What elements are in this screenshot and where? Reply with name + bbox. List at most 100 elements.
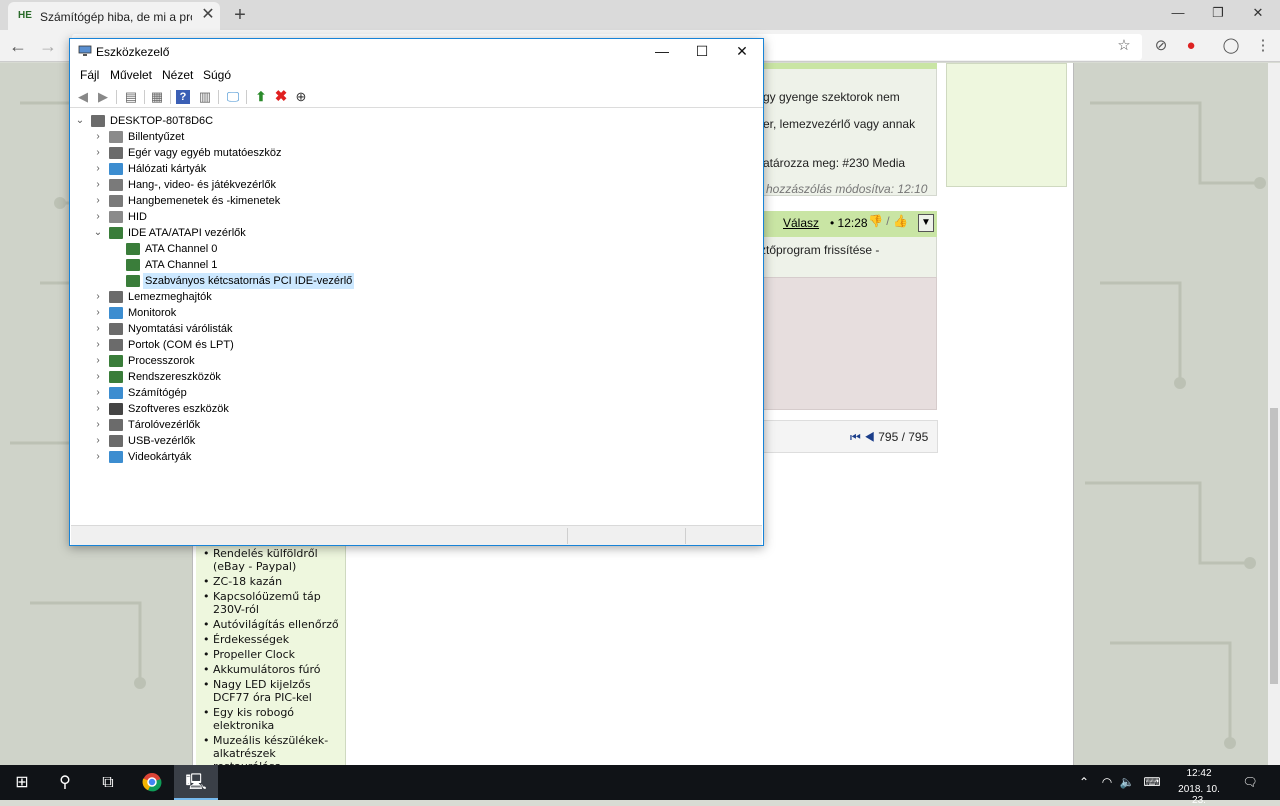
window-titlebar[interactable]: Eszközkezelő — ☐ ✕ <box>70 39 763 64</box>
help-icon[interactable]: ? <box>176 90 190 104</box>
sidebar-link[interactable]: Nagy LED kijelzős DCF77 óra PIC-kel <box>202 678 344 704</box>
keyboard-icon[interactable]: ⌨ <box>1140 765 1164 800</box>
start-windows-icon[interactable]: ⊞ <box>0 765 44 800</box>
menu-action[interactable]: Művelet <box>110 68 152 82</box>
volume-icon[interactable]: 🔈 <box>1118 765 1136 800</box>
expand-chevron-icon[interactable]: › <box>93 449 103 465</box>
task-view-icon[interactable]: ⧉ <box>86 765 130 800</box>
sidebar-link[interactable]: Egy kis robogó elektronika <box>202 706 344 732</box>
sidebar-link[interactable]: Propeller Clock <box>202 648 344 661</box>
sidebar-link[interactable]: Rendelés külföldről (eBay - Paypal) <box>202 547 344 573</box>
device-category[interactable]: › Videokártyák <box>71 449 751 465</box>
disable-device-icon[interactable]: ⊕ <box>292 88 310 106</box>
profile-avatar-icon[interactable]: ◯ <box>1220 35 1242 57</box>
expand-chevron-icon[interactable]: › <box>93 161 103 177</box>
expand-chevron-icon[interactable]: › <box>93 401 103 417</box>
clock-time[interactable]: 12:42 <box>1184 768 1214 779</box>
device-item[interactable]: ATA Channel 0 <box>71 241 751 257</box>
post-menu-caret-icon[interactable]: ▼ <box>918 214 934 232</box>
expand-chevron-icon[interactable]: › <box>93 129 103 145</box>
expand-chevron-icon[interactable]: › <box>93 321 103 337</box>
browser-menu-icon[interactable]: ⋮ <box>1252 35 1274 57</box>
collapse-chevron-icon[interactable]: ⌄ <box>93 225 103 241</box>
expand-chevron-icon[interactable]: › <box>93 289 103 305</box>
clock-date[interactable]: 2018. 10. 23. <box>1170 784 1228 806</box>
sidebar-link[interactable]: Akkumulátoros fúró <box>202 663 344 676</box>
expand-chevron-icon[interactable]: › <box>93 145 103 161</box>
device-category[interactable]: › Hálózati kártyák <box>71 161 751 177</box>
prev-page-icon[interactable]: ◀ <box>864 430 875 444</box>
sidebar-link[interactable]: Autóvilágítás ellenőrző <box>202 618 344 631</box>
expand-chevron-icon[interactable]: › <box>93 369 103 385</box>
menu-view[interactable]: Nézet <box>162 68 193 82</box>
tray-overflow-icon[interactable]: ⌃ <box>1076 765 1092 800</box>
device-category[interactable]: › Portok (COM és LPT) <box>71 337 751 353</box>
bookmark-star-icon[interactable]: ☆ <box>1113 35 1135 57</box>
properties-icon[interactable]: ▦ <box>148 88 166 106</box>
device-category[interactable]: › Monitorok <box>71 305 751 321</box>
expand-chevron-icon[interactable]: › <box>93 417 103 433</box>
sidebar-link[interactable]: Érdekességek <box>202 633 344 646</box>
tab-close-icon[interactable]: ✕ <box>200 7 216 23</box>
browser-restore-icon[interactable]: ❐ <box>1200 0 1236 26</box>
wifi-icon[interactable]: ◠ <box>1098 765 1116 800</box>
device-category[interactable]: › Billentyűzet <box>71 129 751 145</box>
forward-icon[interactable]: → <box>36 34 60 58</box>
device-category[interactable]: › Rendszereszközök <box>71 369 751 385</box>
device-category[interactable]: › Hang-, video- és játékvezérlők <box>71 177 751 193</box>
first-page-icon[interactable]: ⏮ <box>850 430 861 444</box>
expand-chevron-icon[interactable]: › <box>93 337 103 353</box>
search-icon[interactable]: ⚲ <box>43 765 87 800</box>
scrollbar-thumb[interactable] <box>1270 408 1278 684</box>
browser-tab[interactable]: HE Számítógép hiba, de mi a problé ✕ <box>8 2 220 30</box>
rating-icons[interactable]: 👎 / 👍 <box>868 214 908 228</box>
device-item[interactable]: ATA Channel 1 <box>71 257 751 273</box>
device-category[interactable]: › Nyomtatási várólisták <box>71 321 751 337</box>
expand-chevron-icon[interactable]: › <box>93 385 103 401</box>
device-category[interactable]: › Számítógép <box>71 385 751 401</box>
expand-chevron-icon[interactable]: › <box>93 433 103 449</box>
block-icon[interactable]: ⊘ <box>1150 35 1172 57</box>
device-category[interactable]: › Tárolóvezérlők <box>71 417 751 433</box>
browser-minimize-icon[interactable]: — <box>1160 0 1196 26</box>
expand-chevron-icon[interactable]: › <box>93 353 103 369</box>
expand-chevron-icon[interactable]: › <box>93 193 103 209</box>
expand-chevron-icon[interactable]: › <box>93 177 103 193</box>
extension-icon[interactable]: ● <box>1180 35 1202 57</box>
update-driver-icon[interactable]: ⬆ <box>252 88 270 106</box>
maximize-icon[interactable]: ☐ <box>682 39 722 64</box>
minimize-icon[interactable]: — <box>642 39 682 64</box>
reply-link[interactable]: Válasz <box>783 216 819 230</box>
new-tab-icon[interactable]: + <box>228 3 252 27</box>
device-manager-taskbar-icon[interactable]: 🖳 <box>174 765 218 800</box>
device-category[interactable]: ⌄ IDE ATA/ATAPI vezérlők <box>71 225 751 241</box>
close-icon[interactable]: ✕ <box>722 39 762 64</box>
device-category[interactable]: › Szoftveres eszközök <box>71 401 751 417</box>
sidebar-link[interactable]: ZC-18 kazán <box>202 575 344 588</box>
view-icon[interactable]: ▥ <box>196 88 214 106</box>
sidebar-link[interactable]: Kapcsolóüzemű táp 230V-ról <box>202 590 344 616</box>
device-item[interactable]: Szabványos kétcsatornás PCI IDE-vezérlő <box>71 273 751 289</box>
device-category[interactable]: › Egér vagy egyéb mutatóeszköz <box>71 145 751 161</box>
forward-arrow-icon[interactable]: ▶ <box>94 88 112 106</box>
back-arrow-icon[interactable]: ◀ <box>74 88 92 106</box>
scan-hardware-icon[interactable]: 🖵 <box>224 88 242 106</box>
device-category[interactable]: › Lemezmeghajtók <box>71 289 751 305</box>
browser-close-icon[interactable]: ✕ <box>1240 0 1276 26</box>
show-hide-tree-icon[interactable]: ▤ <box>122 88 140 106</box>
collapse-chevron-icon[interactable]: ⌄ <box>75 113 85 129</box>
device-category[interactable]: › Processzorok <box>71 353 751 369</box>
chrome-icon[interactable] <box>130 765 174 800</box>
uninstall-device-icon[interactable]: ✖ <box>272 88 290 106</box>
tree-root[interactable]: ⌄ DESKTOP-80T8D6C <box>71 113 751 129</box>
menu-file[interactable]: Fájl <box>80 68 99 82</box>
device-category[interactable]: › Hangbemenetek és -kimenetek <box>71 193 751 209</box>
expand-chevron-icon[interactable]: › <box>93 209 103 225</box>
expand-chevron-icon[interactable]: › <box>93 305 103 321</box>
back-icon[interactable]: ← <box>6 34 30 58</box>
sidebar-link[interactable]: Muzeális készülékek-alkatrészek restaurá… <box>202 734 344 765</box>
device-category[interactable]: › USB-vezérlők <box>71 433 751 449</box>
menu-help[interactable]: Súgó <box>203 68 231 82</box>
notifications-icon[interactable]: 🗨 <box>1240 765 1260 800</box>
device-category[interactable]: › HID <box>71 209 751 225</box>
